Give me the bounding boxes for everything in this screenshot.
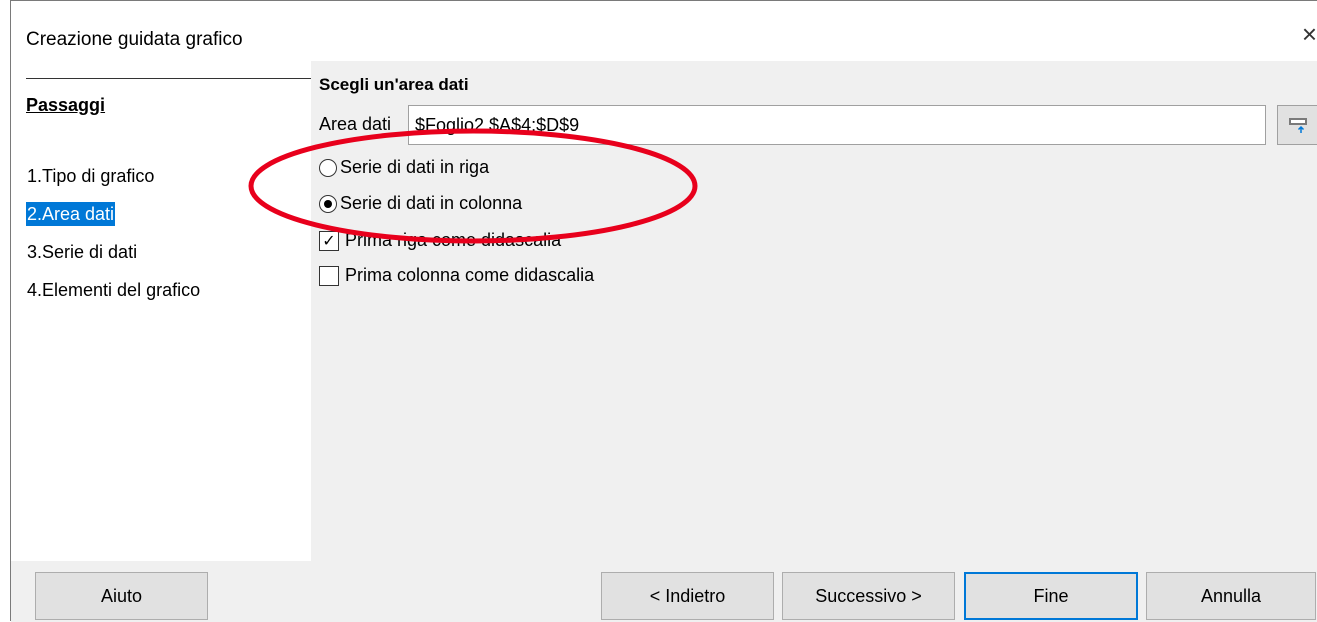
radio-series-in-columns[interactable]: Serie di dati in colonna: [319, 193, 522, 214]
help-button[interactable]: Aiuto: [35, 572, 208, 620]
checkbox-checked[interactable]: ✓: [319, 230, 339, 251]
steps-heading: Passaggi: [26, 95, 106, 115]
checkbox-label: Prima riga come didascalia: [345, 230, 562, 250]
step-data-range[interactable]: 2.Area dati: [26, 195, 201, 233]
shrink-range-icon: [1289, 118, 1307, 133]
chart-wizard-dialog: Creazione guidata grafico × Passaggi 1.T…: [10, 0, 1317, 622]
button-bar: Aiuto < Indietro Successivo > Fine Annul…: [11, 561, 1317, 622]
checkbox-unchecked[interactable]: [319, 265, 339, 286]
separator: [26, 78, 311, 79]
step-label: 2.Area dati: [26, 202, 116, 226]
step-label: 1.Tipo di grafico: [27, 166, 155, 186]
finish-button[interactable]: Fine: [964, 572, 1138, 620]
cancel-button[interactable]: Annulla: [1146, 572, 1316, 620]
step-data-series[interactable]: 3.Serie di dati: [26, 233, 201, 271]
title-bar: Creazione guidata grafico ×: [11, 1, 1317, 61]
content-panel: Scegli un'area dati Area dati $Foglio2.$…: [311, 61, 1317, 561]
radio-label: Serie di dati in riga: [340, 157, 490, 177]
dialog-title: Creazione guidata grafico: [26, 29, 243, 50]
close-icon[interactable]: ×: [1302, 21, 1317, 47]
back-button[interactable]: < Indietro: [601, 572, 774, 620]
section-heading: Scegli un'area dati: [319, 75, 469, 94]
steps-list: 1.Tipo di grafico 2.Area dati 3.Serie di…: [26, 157, 201, 309]
radio-label: Serie di dati in colonna: [340, 193, 523, 213]
checkbox-first-column-label[interactable]: Prima colonna come didascalia: [319, 265, 594, 286]
steps-panel: Passaggi 1.Tipo di grafico 2.Area dati 3…: [11, 61, 311, 561]
radio-button-selected[interactable]: [319, 194, 337, 213]
radio-button[interactable]: [319, 158, 337, 177]
data-range-input[interactable]: $Foglio2.$A$4:$D$9: [408, 105, 1266, 145]
next-button[interactable]: Successivo >: [782, 572, 955, 620]
checkbox-first-row-label[interactable]: ✓ Prima riga come didascalia: [319, 230, 561, 251]
step-label: 4.Elementi del grafico: [27, 280, 201, 300]
checkbox-label: Prima colonna come didascalia: [345, 265, 595, 285]
shrink-range-button[interactable]: [1277, 105, 1317, 145]
radio-series-in-rows[interactable]: Serie di dati in riga: [319, 157, 489, 178]
data-range-label: Area dati: [319, 114, 392, 134]
step-chart-elements[interactable]: 4.Elementi del grafico: [26, 271, 201, 309]
step-chart-type[interactable]: 1.Tipo di grafico: [26, 157, 201, 195]
step-label: 3.Serie di dati: [27, 242, 138, 262]
